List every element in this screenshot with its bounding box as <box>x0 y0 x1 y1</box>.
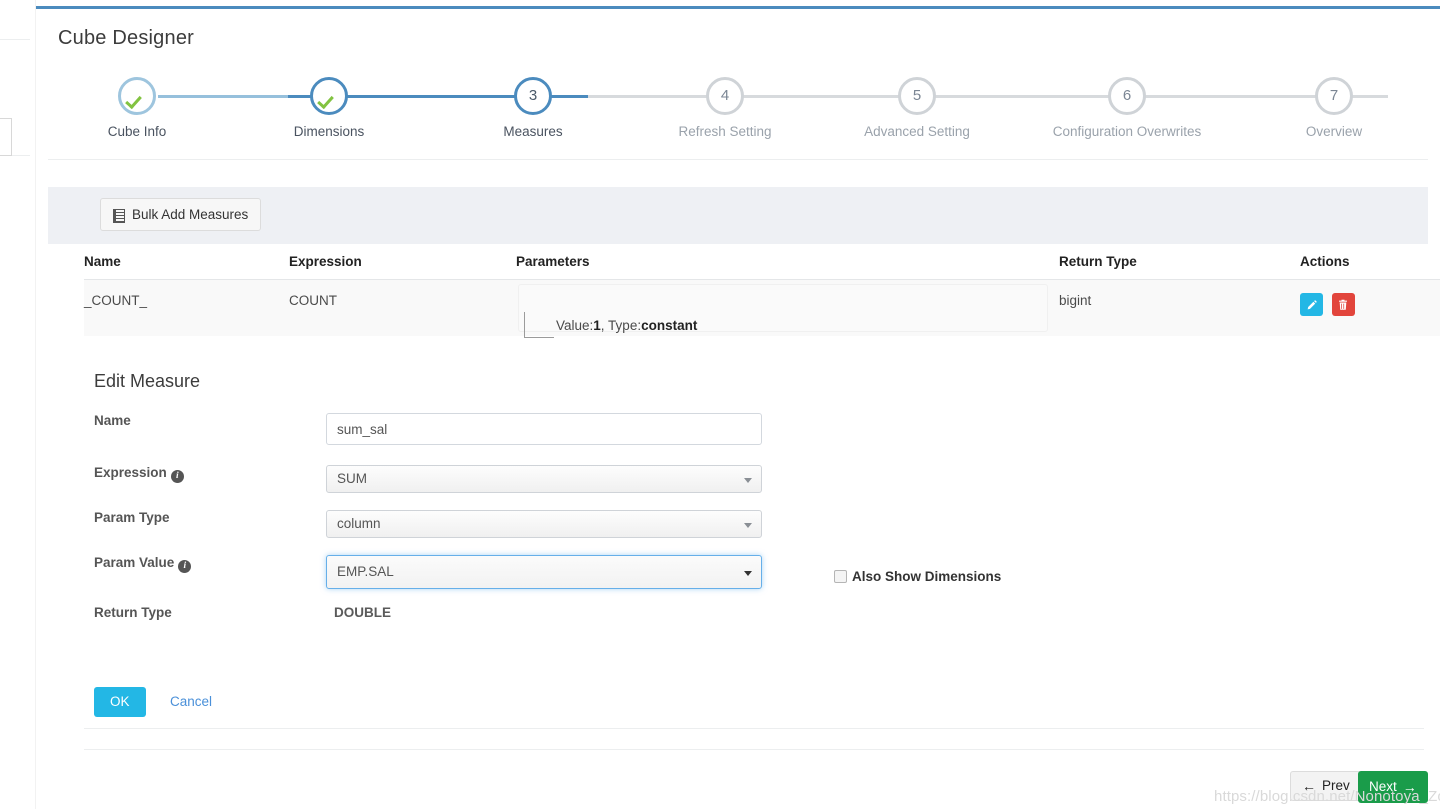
expression-select[interactable]: SUM <box>326 465 762 493</box>
step-bubble-1 <box>118 77 156 115</box>
prev-button-label: Prev <box>1322 778 1350 793</box>
parameter-entry: Value:1, Type:constant <box>524 304 698 338</box>
measure-name-input[interactable] <box>326 413 762 445</box>
bulk-add-measures-label: Bulk Add Measures <box>132 207 249 222</box>
param-type-select-value: column <box>337 516 381 531</box>
cancel-button[interactable]: Cancel <box>170 687 212 717</box>
step-label-6: Configuration Overwrites <box>1052 124 1202 139</box>
step-configuration-overwrites[interactable]: 6 Configuration Overwrites <box>1047 71 1207 139</box>
also-show-dimensions-checkbox[interactable]: Also Show Dimensions <box>834 569 1001 584</box>
prev-button[interactable]: ← Prev <box>1290 771 1362 801</box>
measures-table: Name Expression Parameters Return Type A… <box>84 244 1440 338</box>
parameter-type: constant <box>641 318 698 333</box>
gutter-divider <box>0 39 30 40</box>
also-show-dimensions-label: Also Show Dimensions <box>852 569 1002 584</box>
step-label-7: Overview <box>1305 124 1363 139</box>
param-type-select[interactable]: column <box>326 510 762 538</box>
info-icon[interactable]: i <box>170 470 184 483</box>
return-type-value: DOUBLE <box>334 605 391 620</box>
info-icon[interactable]: i <box>178 560 192 573</box>
step-bubble-3: 3 <box>514 77 552 115</box>
edit-measure-button[interactable] <box>1300 293 1323 316</box>
form-divider <box>84 728 1424 729</box>
step-label-5: Advanced Setting <box>864 124 970 139</box>
wizard-stepper: Cube Info Dimensions 3 Measures 4 Refres… <box>36 71 1440 163</box>
next-button[interactable]: Next → <box>1358 771 1428 803</box>
check-icon <box>121 80 153 112</box>
step-bubble-5: 5 <box>898 77 936 115</box>
field-row-expression: Expression i SUM <box>94 465 1424 493</box>
tree-connector-icon <box>524 312 554 338</box>
label-expression: Expression i <box>94 465 184 483</box>
trash-icon <box>1339 299 1348 310</box>
cell-measure-name: _COUNT_ <box>84 293 148 308</box>
step-bubble-2 <box>310 77 348 115</box>
delete-measure-button[interactable] <box>1331 293 1355 316</box>
cube-designer-panel: Cube Designer Cube Info Dimensions 3 Mea… <box>36 6 1440 809</box>
next-button-label: Next <box>1369 779 1397 794</box>
table-header-row: Name Expression Parameters Return Type A… <box>84 244 1440 280</box>
column-header-expression: Expression <box>289 254 362 269</box>
step-label-4: Refresh Setting <box>678 124 772 139</box>
column-header-actions: Actions <box>1300 254 1350 269</box>
step-label-1: Cube Info <box>107 124 167 139</box>
step-bubble-6: 6 <box>1108 77 1146 115</box>
page-title: Cube Designer <box>58 27 195 49</box>
step-dimensions[interactable]: Dimensions <box>249 71 409 139</box>
step-overview[interactable]: 7 Overview <box>1254 71 1414 139</box>
param-value-select[interactable]: EMP.SAL <box>326 555 762 589</box>
step-measures[interactable]: 3 Measures <box>453 71 613 139</box>
table-row: _COUNT_ COUNT Value:1, Type:constant big… <box>84 280 1440 338</box>
offscreen-panel-edge <box>0 118 12 156</box>
label-expression-text: Expression <box>94 465 167 480</box>
parameter-type-prefix: , Type: <box>600 318 642 333</box>
arrow-right-icon: → <box>1402 779 1417 795</box>
label-param-value: Param Value i <box>94 555 192 573</box>
param-value-select-value: EMP.SAL <box>337 564 394 579</box>
check-icon <box>313 80 345 112</box>
parameter-value: 1 <box>593 318 601 333</box>
step-bubble-7: 7 <box>1315 77 1353 115</box>
step-refresh-setting[interactable]: 4 Refresh Setting <box>645 71 805 139</box>
ok-button[interactable]: OK <box>94 687 146 717</box>
step-label-2: Dimensions <box>293 124 365 139</box>
label-param-value-text: Param Value <box>94 555 175 570</box>
measures-toolbar: Bulk Add Measures <box>48 187 1428 244</box>
cell-actions <box>1300 280 1440 316</box>
chevron-down-icon <box>744 523 752 528</box>
column-header-name: Name <box>84 254 121 269</box>
column-header-parameters: Parameters <box>516 254 590 269</box>
field-row-param-value: Param Value i EMP.SAL Also Show Dimension… <box>94 555 1424 589</box>
footer-divider <box>84 749 1424 750</box>
cell-return-type: bigint <box>1059 293 1092 308</box>
checkbox-box-icon <box>834 570 847 583</box>
step-bubble-4: 4 <box>706 77 744 115</box>
step-advanced-setting[interactable]: 5 Advanced Setting <box>837 71 997 139</box>
chevron-down-icon <box>744 571 752 576</box>
list-document-icon <box>113 208 125 223</box>
expression-select-value: SUM <box>337 471 367 486</box>
cell-measure-expression: COUNT <box>289 293 337 308</box>
field-row-param-type: Param Type column <box>94 510 1424 538</box>
bulk-add-measures-button[interactable]: Bulk Add Measures <box>100 198 262 231</box>
label-return-type: Return Type <box>94 605 172 620</box>
label-param-type: Param Type <box>94 510 170 525</box>
step-label-3: Measures <box>503 124 563 139</box>
parameter-value-prefix: Value: <box>556 318 594 333</box>
chevron-down-icon <box>744 478 752 483</box>
step-cube-info[interactable]: Cube Info <box>57 71 217 139</box>
app-root: Cube Designer Cube Info Dimensions 3 Mea… <box>0 0 1440 809</box>
pencil-icon <box>1307 299 1317 309</box>
edit-measure-heading: Edit Measure <box>94 371 201 391</box>
label-name: Name <box>94 413 131 428</box>
column-header-return-type: Return Type <box>1059 254 1137 269</box>
arrow-left-icon: ← <box>1302 778 1316 794</box>
edit-measure-actions: OK Cancel <box>94 687 212 717</box>
cell-measure-parameters: Value:1, Type:constant <box>516 280 1059 338</box>
